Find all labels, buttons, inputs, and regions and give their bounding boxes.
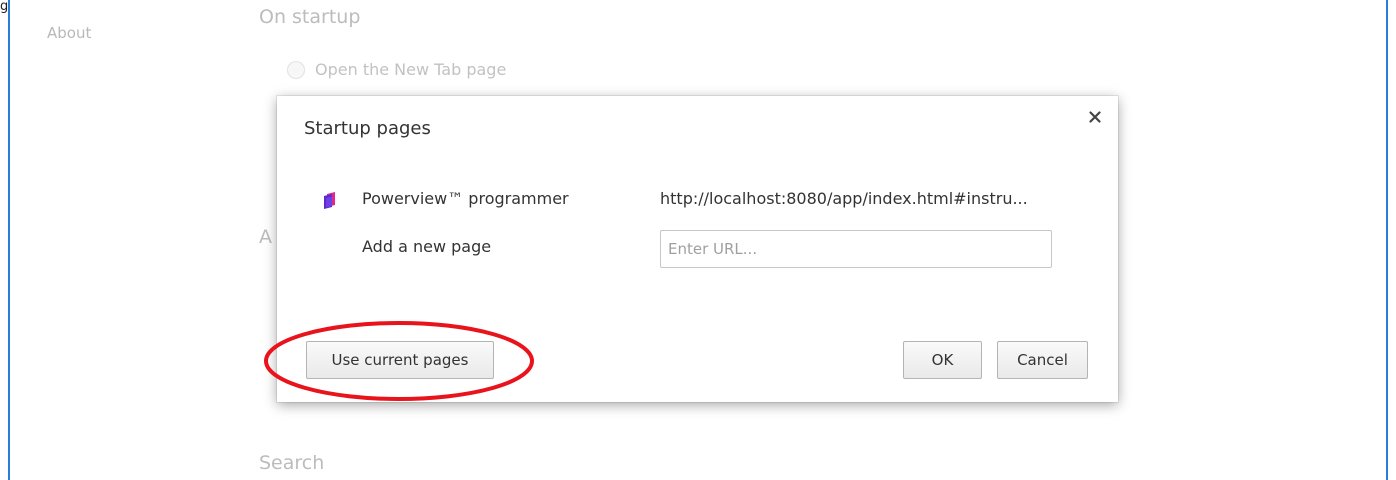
dialog-title: Startup pages — [304, 118, 431, 139]
startup-page-name: Powerview™ programmer — [362, 189, 569, 208]
new-tab-radio[interactable] — [287, 60, 305, 79]
add-page-row: Add a new page — [277, 230, 1118, 268]
window-frame-left — [8, 0, 10, 480]
startup-page-row[interactable]: Powerview™ programmer http://localhost:8… — [277, 184, 1118, 216]
use-current-pages-button[interactable]: Use current pages — [306, 341, 494, 379]
ok-button[interactable]: OK — [903, 341, 982, 379]
close-icon — [1089, 111, 1101, 123]
powerview-favicon-icon — [324, 192, 335, 209]
startup-page-url: http://localhost:8080/app/index.html#ins… — [660, 189, 1028, 208]
settings-page: g About On startup Open the New Tab page… — [0, 0, 1396, 480]
startup-pages-dialog: Startup pages Powerview™ programmer http… — [277, 96, 1118, 402]
top-label: g — [0, 0, 9, 14]
nav-about-link[interactable]: About — [47, 24, 91, 42]
window-frame-right — [1386, 0, 1388, 480]
on-startup-heading: On startup — [259, 6, 361, 28]
appearance-heading: A — [259, 226, 272, 248]
close-button[interactable] — [1086, 108, 1104, 126]
cancel-button[interactable]: Cancel — [997, 341, 1088, 379]
search-heading: Search — [259, 452, 325, 474]
url-input[interactable] — [660, 230, 1052, 268]
add-page-label: Add a new page — [362, 237, 492, 256]
new-tab-label: Open the New Tab page — [315, 60, 507, 79]
new-tab-option[interactable]: Open the New Tab page — [287, 60, 506, 79]
